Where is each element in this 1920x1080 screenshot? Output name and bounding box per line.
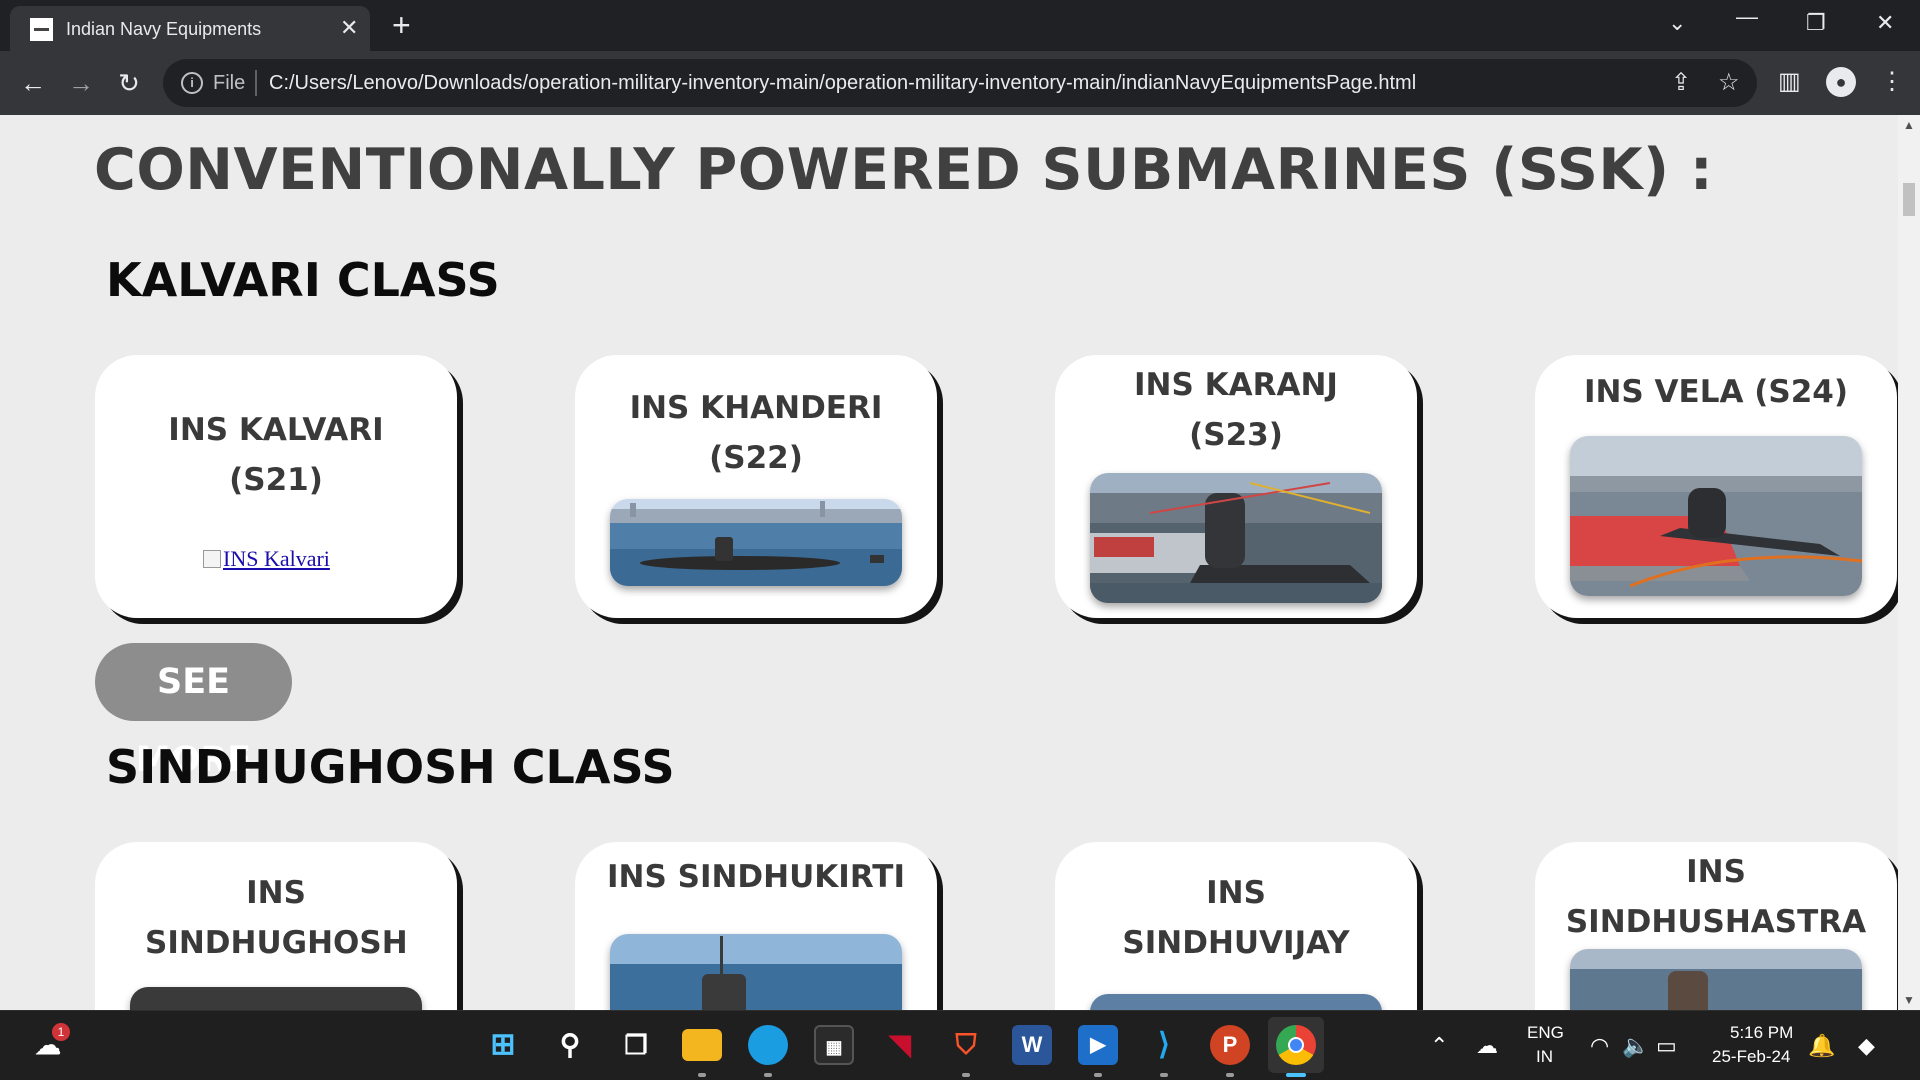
card-title: INS KHANDERI (S22) [629, 390, 883, 476]
star-icon[interactable]: ☆ [1718, 69, 1740, 97]
wifi-icon[interactable]: ◠ [1590, 1033, 1609, 1059]
profile-icon[interactable]: ● [1826, 67, 1856, 97]
notification-badge: 1 [52, 1023, 70, 1041]
card-title: INS KALVARI (S21) [168, 412, 384, 498]
page-viewport: CONVENTIONALLY POWERED SUBMARINES (SSK) … [0, 115, 1898, 1010]
section-title-sindhughosh: SINDHUGHOSH CLASS [106, 740, 675, 794]
page-heading: CONVENTIONALLY POWERED SUBMARINES (SSK) … [94, 137, 1714, 203]
onedrive-icon[interactable]: ☁ [1476, 1033, 1498, 1059]
submarine-photo [1090, 994, 1382, 1010]
url-separator [255, 70, 257, 96]
submarine-photo [1570, 436, 1862, 596]
reload-icon[interactable]: ↻ [112, 66, 146, 100]
file-explorer-icon[interactable] [682, 1029, 722, 1061]
edge-icon[interactable] [748, 1025, 788, 1065]
mcafee-icon[interactable]: ◥ [880, 1025, 920, 1065]
tab-search-icon[interactable]: ⌄ [1668, 10, 1686, 36]
brave-icon[interactable]: ⛉ [946, 1025, 986, 1065]
language-label[interactable]: ENG [1527, 1023, 1564, 1043]
card-title: INS KARANJ (S23) [1134, 367, 1338, 453]
region-label[interactable]: IN [1536, 1047, 1553, 1067]
tab-title: Indian Navy Equipments [66, 19, 262, 39]
copilot-icon[interactable]: ◆ [1858, 1033, 1875, 1059]
card-ins-kalvari[interactable]: INS KALVARI (S21) INS Kalvari [95, 355, 457, 618]
submarine-photo [610, 934, 902, 1010]
section-title-kalvari: KALVARI CLASS [106, 253, 500, 307]
active-indicator [1286, 1073, 1306, 1077]
side-panel-icon[interactable]: ▥ [1778, 67, 1801, 97]
running-indicator [698, 1073, 706, 1077]
restore-icon[interactable]: ❐ [1806, 10, 1826, 36]
submarine-photo [130, 987, 422, 1010]
vertical-scrollbar[interactable]: ▲ ▼ [1898, 115, 1920, 1010]
card-title: INS SINDHUSHASTRA [1565, 854, 1867, 940]
address-bar[interactable]: i File C:/Users/Lenovo/Downloads/operati… [163, 59, 1757, 107]
notification-bell-icon[interactable]: 🔔 [1808, 1033, 1835, 1059]
taskbar: ☁ 1 ⊞ ⚲ ❐ ▦ ◥ ⛉ W ▶ ⟩ P ⌃ ☁ ENG IN ◠ 🔈 ▭… [0, 1010, 1920, 1080]
chrome-icon[interactable] [1276, 1025, 1316, 1065]
submarine-photo [1570, 949, 1862, 1010]
powerpoint-icon[interactable]: P [1210, 1025, 1250, 1065]
chevron-up-icon[interactable]: ⌃ [1430, 1033, 1448, 1059]
scroll-up-icon[interactable]: ▲ [1898, 118, 1920, 132]
window-close-icon[interactable]: ✕ [1876, 10, 1894, 36]
card-title: INS SINDHUGHOSH [145, 875, 408, 961]
info-icon[interactable]: i [181, 72, 203, 94]
browser-toolbar: ← → ↻ i File C:/Users/Lenovo/Downloads/o… [0, 51, 1920, 115]
card-ins-sindhuvijay[interactable]: INS SINDHUVIJAY [1055, 842, 1417, 1010]
submarine-photo [1090, 473, 1382, 603]
card-ins-khanderi[interactable]: INS KHANDERI (S22) [575, 355, 937, 618]
clock-time[interactable]: 5:16 PM [1730, 1023, 1793, 1043]
new-tab-button[interactable]: + [392, 8, 411, 42]
back-icon[interactable]: ← [16, 66, 50, 100]
tab-strip: Indian Navy Equipments ✕ + ⌄ — ❐ ✕ [0, 0, 1920, 51]
file-label: File [213, 72, 246, 94]
tab-close-icon[interactable]: ✕ [340, 15, 358, 41]
card-ins-karanj[interactable]: INS KARANJ (S23) [1055, 355, 1417, 618]
minimize-icon[interactable]: — [1736, 4, 1758, 30]
scroll-down-icon[interactable]: ▼ [1898, 993, 1920, 1007]
search-icon[interactable]: ⚲ [550, 1025, 590, 1065]
windows-start-icon[interactable]: ⊞ [483, 1025, 523, 1065]
media-player-icon[interactable]: ▶ [1078, 1025, 1118, 1065]
card-ins-vela[interactable]: INS VELA (S24) [1535, 355, 1897, 618]
battery-icon[interactable]: ▭ [1656, 1033, 1677, 1059]
word-icon[interactable]: W [1012, 1025, 1052, 1065]
clock-date[interactable]: 25-Feb-24 [1712, 1047, 1790, 1067]
card-ins-sindhughosh[interactable]: INS SINDHUGHOSH [95, 842, 457, 1010]
submarine-photo [610, 499, 902, 586]
vscode-icon[interactable]: ⟩ [1144, 1025, 1184, 1065]
see-more-button[interactable]: SEE MORE [95, 643, 292, 780]
share-icon[interactable]: ⇪ [1671, 69, 1691, 97]
forward-icon[interactable]: → [64, 66, 98, 100]
card-ins-sindhushastra[interactable]: INS SINDHUSHASTRA [1535, 842, 1897, 1010]
store-icon[interactable]: ▦ [814, 1025, 854, 1065]
scroll-thumb[interactable] [1903, 183, 1915, 216]
running-indicator [1226, 1073, 1234, 1077]
card-ins-sindhukirti[interactable]: INS SINDHUKIRTI [575, 842, 937, 1010]
card-title: INS SINDHUVIJAY [1122, 875, 1350, 961]
running-indicator [962, 1073, 970, 1077]
task-view-icon[interactable]: ❐ [616, 1025, 656, 1065]
volume-icon[interactable]: 🔈 [1622, 1033, 1649, 1059]
browser-tab[interactable]: Indian Navy Equipments ✕ [10, 6, 370, 51]
card-title: INS VELA (S24) [1583, 374, 1849, 410]
tab-favicon-icon [30, 18, 53, 41]
card-title: INS SINDHUKIRTI [607, 859, 905, 895]
menu-icon[interactable]: ⋮ [1880, 67, 1904, 97]
running-indicator [1160, 1073, 1168, 1077]
running-indicator [1094, 1073, 1102, 1077]
broken-image-link[interactable]: INS Kalvari [203, 546, 330, 572]
running-indicator [764, 1073, 772, 1077]
url-text[interactable]: C:/Users/Lenovo/Downloads/operation-mili… [269, 72, 1416, 95]
